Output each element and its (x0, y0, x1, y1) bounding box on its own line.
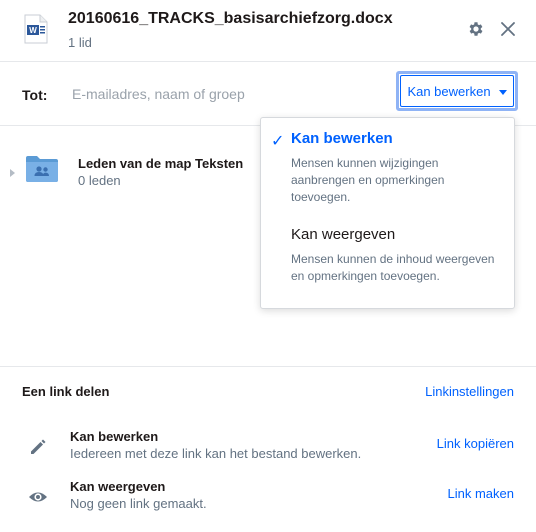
file-name: 20160616_TRACKS_basisarchiefzorg.docx (68, 10, 393, 27)
permission-option-title: Kan weergeven (291, 226, 396, 243)
share-header: W 20160616_TRACKS_basisarchiefzorg.docx … (0, 0, 536, 60)
copy-link-button[interactable]: Link kopiëren (437, 436, 514, 451)
caret-down-icon (498, 89, 507, 95)
permission-option-description: Mensen kunnen wijzigingen aanbrengen en … (291, 156, 445, 204)
svg-text:W: W (29, 26, 37, 35)
permission-dropdown[interactable]: Kan bewerken (396, 71, 518, 111)
permission-option-edit[interactable]: ✓ Kan bewerken Mensen kunnen wijzigingen… (261, 130, 514, 220)
link-row-title: Kan weergeven (70, 479, 166, 494)
create-link-button[interactable]: Link maken (448, 486, 514, 501)
permission-dropdown-button[interactable]: Kan bewerken (400, 75, 514, 107)
link-row-view: Kan weergeven Nog geen link gemaakt. Lin… (0, 477, 536, 517)
link-divider (0, 366, 536, 367)
checkmark-icon: ✓ (271, 133, 285, 150)
permission-option-title: Kan bewerken (291, 130, 393, 147)
link-row-description: Nog geen link gemaakt. (70, 496, 207, 511)
member-name: Leden van de map Teksten (78, 156, 244, 171)
gear-icon (469, 22, 483, 36)
close-button[interactable] (497, 18, 519, 40)
shared-folder-icon (26, 156, 58, 182)
invite-email-input[interactable] (62, 78, 382, 110)
permission-menu: ✓ Kan bewerken Mensen kunnen wijzigingen… (260, 117, 515, 309)
to-label: Tot: (22, 87, 48, 103)
link-row-description: Iedereen met deze link kan het bestand b… (70, 446, 362, 461)
link-row-title: Kan bewerken (70, 429, 159, 444)
member-count: 1 lid (68, 35, 92, 50)
permission-dropdown-label: Kan bewerken (407, 83, 491, 99)
pencil-icon (31, 439, 46, 454)
eye-icon (29, 492, 47, 502)
invite-row: Tot: Kan bewerken (0, 62, 536, 124)
member-sub-count: 0 leden (78, 173, 121, 188)
expand-arrow-icon[interactable] (10, 169, 15, 177)
link-row-edit: Kan bewerken Iedereen met deze link kan … (0, 427, 536, 467)
link-settings-link[interactable]: Linkinstellingen (425, 384, 514, 399)
link-section-heading: Een link delen (22, 384, 110, 399)
close-icon (501, 22, 515, 36)
settings-button[interactable] (465, 18, 487, 40)
permission-option-view[interactable]: Kan weergeven Mensen kunnen de inhoud we… (261, 226, 514, 306)
permission-option-description: Mensen kunnen de inhoud weergeven en opm… (291, 252, 495, 283)
word-doc-icon: W (24, 14, 48, 44)
